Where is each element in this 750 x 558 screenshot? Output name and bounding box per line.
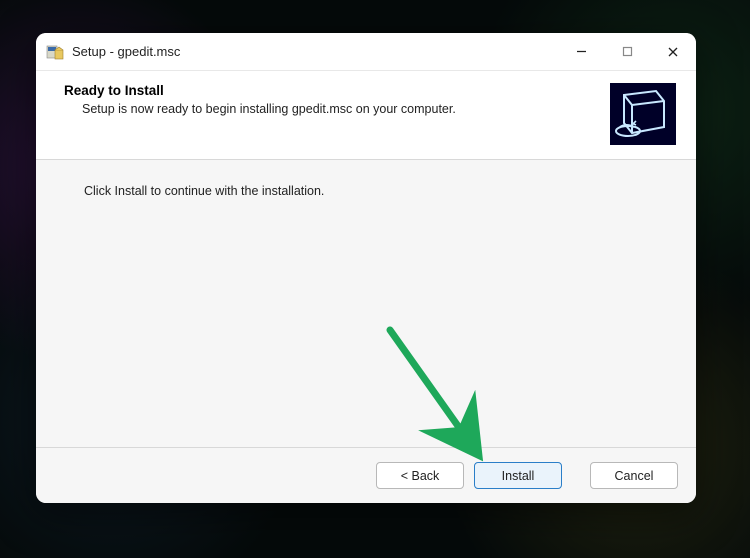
install-button-label: Install (502, 469, 535, 483)
page-title: Ready to Install (64, 83, 600, 98)
titlebar: Setup - gpedit.msc (36, 33, 696, 71)
setup-window: Setup - gpedit.msc Ready to Install Setu… (36, 33, 696, 503)
page-subtitle: Setup is now ready to begin installing g… (82, 102, 600, 116)
wizard-footer: < Back Install Cancel (36, 447, 696, 503)
window-title: Setup - gpedit.msc (72, 44, 558, 59)
cancel-button-label: Cancel (615, 469, 654, 483)
cancel-button[interactable]: Cancel (590, 462, 678, 489)
back-button-label: < Back (401, 469, 440, 483)
window-controls (558, 33, 696, 70)
content-area: Click Install to continue with the insta… (36, 160, 696, 447)
instruction-text: Click Install to continue with the insta… (84, 184, 676, 198)
back-button[interactable]: < Back (376, 462, 464, 489)
minimize-button[interactable] (558, 33, 604, 70)
maximize-button[interactable] (604, 33, 650, 70)
install-button[interactable]: Install (474, 462, 562, 489)
header-text-block: Ready to Install Setup is now ready to b… (64, 83, 600, 145)
installer-icon (46, 43, 64, 61)
wizard-header: Ready to Install Setup is now ready to b… (36, 71, 696, 160)
close-button[interactable] (650, 33, 696, 70)
computer-install-icon (610, 83, 676, 145)
